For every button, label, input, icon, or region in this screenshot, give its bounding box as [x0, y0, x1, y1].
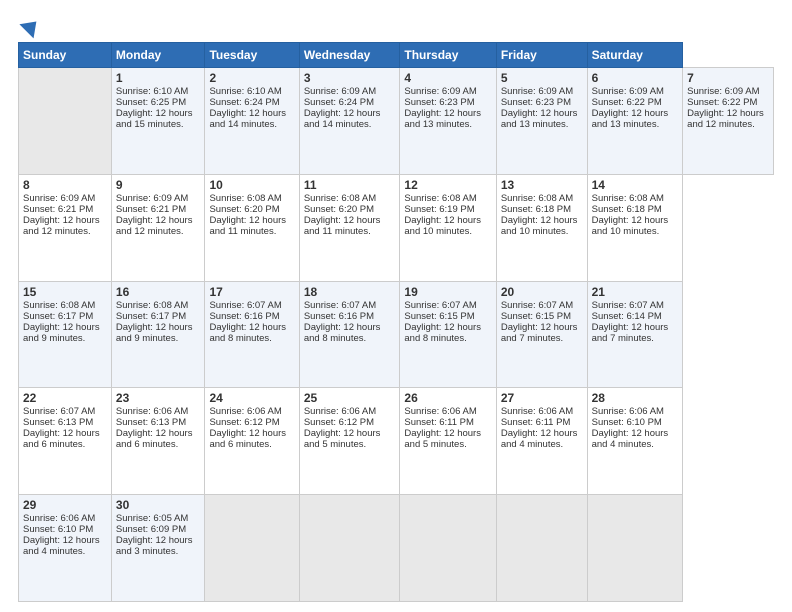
- day-cell-11: 11Sunrise: 6:08 AMSunset: 6:20 PMDayligh…: [299, 174, 400, 281]
- day-number: 29: [23, 498, 107, 512]
- week-row-0: 1Sunrise: 6:10 AMSunset: 6:25 PMDaylight…: [19, 68, 774, 175]
- day-cell-22: 22Sunrise: 6:07 AMSunset: 6:13 PMDayligh…: [19, 388, 112, 495]
- day-number: 26: [404, 391, 491, 405]
- empty-cell: [19, 68, 112, 175]
- empty-cell: [205, 495, 299, 602]
- logo-arrow-icon: [19, 14, 43, 38]
- day-number: 3: [304, 71, 396, 85]
- day-cell-19: 19Sunrise: 6:07 AMSunset: 6:15 PMDayligh…: [400, 281, 496, 388]
- day-number: 20: [501, 285, 583, 299]
- day-cell-21: 21Sunrise: 6:07 AMSunset: 6:14 PMDayligh…: [587, 281, 683, 388]
- day-number: 6: [592, 71, 679, 85]
- day-number: 2: [209, 71, 294, 85]
- header-cell-friday: Friday: [496, 43, 587, 68]
- empty-cell: [299, 495, 400, 602]
- calendar-table: SundayMondayTuesdayWednesdayThursdayFrid…: [18, 42, 774, 602]
- day-cell-8: 8Sunrise: 6:09 AMSunset: 6:21 PMDaylight…: [19, 174, 112, 281]
- week-row-3: 22Sunrise: 6:07 AMSunset: 6:13 PMDayligh…: [19, 388, 774, 495]
- header-cell-sunday: Sunday: [19, 43, 112, 68]
- header-row: SundayMondayTuesdayWednesdayThursdayFrid…: [19, 43, 774, 68]
- day-cell-1: 1Sunrise: 6:10 AMSunset: 6:25 PMDaylight…: [111, 68, 205, 175]
- week-row-1: 8Sunrise: 6:09 AMSunset: 6:21 PMDaylight…: [19, 174, 774, 281]
- day-cell-5: 5Sunrise: 6:09 AMSunset: 6:23 PMDaylight…: [496, 68, 587, 175]
- day-cell-23: 23Sunrise: 6:06 AMSunset: 6:13 PMDayligh…: [111, 388, 205, 495]
- empty-cell: [496, 495, 587, 602]
- day-number: 4: [404, 71, 491, 85]
- day-cell-15: 15Sunrise: 6:08 AMSunset: 6:17 PMDayligh…: [19, 281, 112, 388]
- day-cell-7: 7Sunrise: 6:09 AMSunset: 6:22 PMDaylight…: [683, 68, 774, 175]
- day-cell-9: 9Sunrise: 6:09 AMSunset: 6:21 PMDaylight…: [111, 174, 205, 281]
- day-cell-14: 14Sunrise: 6:08 AMSunset: 6:18 PMDayligh…: [587, 174, 683, 281]
- day-cell-20: 20Sunrise: 6:07 AMSunset: 6:15 PMDayligh…: [496, 281, 587, 388]
- day-cell-3: 3Sunrise: 6:09 AMSunset: 6:24 PMDaylight…: [299, 68, 400, 175]
- day-cell-2: 2Sunrise: 6:10 AMSunset: 6:24 PMDaylight…: [205, 68, 299, 175]
- logo: [18, 18, 40, 32]
- empty-cell: [587, 495, 683, 602]
- day-cell-12: 12Sunrise: 6:08 AMSunset: 6:19 PMDayligh…: [400, 174, 496, 281]
- header-cell-monday: Monday: [111, 43, 205, 68]
- day-cell-27: 27Sunrise: 6:06 AMSunset: 6:11 PMDayligh…: [496, 388, 587, 495]
- day-cell-30: 30Sunrise: 6:05 AMSunset: 6:09 PMDayligh…: [111, 495, 205, 602]
- calendar-header: SundayMondayTuesdayWednesdayThursdayFrid…: [19, 43, 774, 68]
- day-number: 16: [116, 285, 201, 299]
- day-number: 1: [116, 71, 201, 85]
- day-cell-6: 6Sunrise: 6:09 AMSunset: 6:22 PMDaylight…: [587, 68, 683, 175]
- page: SundayMondayTuesdayWednesdayThursdayFrid…: [0, 0, 792, 612]
- day-number: 18: [304, 285, 396, 299]
- day-number: 21: [592, 285, 679, 299]
- day-cell-13: 13Sunrise: 6:08 AMSunset: 6:18 PMDayligh…: [496, 174, 587, 281]
- day-cell-16: 16Sunrise: 6:08 AMSunset: 6:17 PMDayligh…: [111, 281, 205, 388]
- day-number: 13: [501, 178, 583, 192]
- day-number: 24: [209, 391, 294, 405]
- day-number: 22: [23, 391, 107, 405]
- week-row-4: 29Sunrise: 6:06 AMSunset: 6:10 PMDayligh…: [19, 495, 774, 602]
- day-cell-18: 18Sunrise: 6:07 AMSunset: 6:16 PMDayligh…: [299, 281, 400, 388]
- day-cell-28: 28Sunrise: 6:06 AMSunset: 6:10 PMDayligh…: [587, 388, 683, 495]
- header-cell-tuesday: Tuesday: [205, 43, 299, 68]
- header-cell-wednesday: Wednesday: [299, 43, 400, 68]
- header: [18, 18, 774, 32]
- day-number: 28: [592, 391, 679, 405]
- day-cell-17: 17Sunrise: 6:07 AMSunset: 6:16 PMDayligh…: [205, 281, 299, 388]
- day-number: 23: [116, 391, 201, 405]
- day-number: 5: [501, 71, 583, 85]
- day-number: 14: [592, 178, 679, 192]
- day-number: 7: [687, 71, 769, 85]
- day-number: 30: [116, 498, 201, 512]
- day-number: 17: [209, 285, 294, 299]
- day-number: 8: [23, 178, 107, 192]
- day-number: 12: [404, 178, 491, 192]
- day-cell-4: 4Sunrise: 6:09 AMSunset: 6:23 PMDaylight…: [400, 68, 496, 175]
- empty-cell: [400, 495, 496, 602]
- day-number: 25: [304, 391, 396, 405]
- day-cell-26: 26Sunrise: 6:06 AMSunset: 6:11 PMDayligh…: [400, 388, 496, 495]
- day-number: 10: [209, 178, 294, 192]
- day-number: 15: [23, 285, 107, 299]
- week-row-2: 15Sunrise: 6:08 AMSunset: 6:17 PMDayligh…: [19, 281, 774, 388]
- day-number: 27: [501, 391, 583, 405]
- day-number: 9: [116, 178, 201, 192]
- day-cell-10: 10Sunrise: 6:08 AMSunset: 6:20 PMDayligh…: [205, 174, 299, 281]
- header-cell-saturday: Saturday: [587, 43, 683, 68]
- day-number: 11: [304, 178, 396, 192]
- header-cell-thursday: Thursday: [400, 43, 496, 68]
- day-cell-29: 29Sunrise: 6:06 AMSunset: 6:10 PMDayligh…: [19, 495, 112, 602]
- day-cell-25: 25Sunrise: 6:06 AMSunset: 6:12 PMDayligh…: [299, 388, 400, 495]
- day-number: 19: [404, 285, 491, 299]
- day-cell-24: 24Sunrise: 6:06 AMSunset: 6:12 PMDayligh…: [205, 388, 299, 495]
- calendar-body: 1Sunrise: 6:10 AMSunset: 6:25 PMDaylight…: [19, 68, 774, 602]
